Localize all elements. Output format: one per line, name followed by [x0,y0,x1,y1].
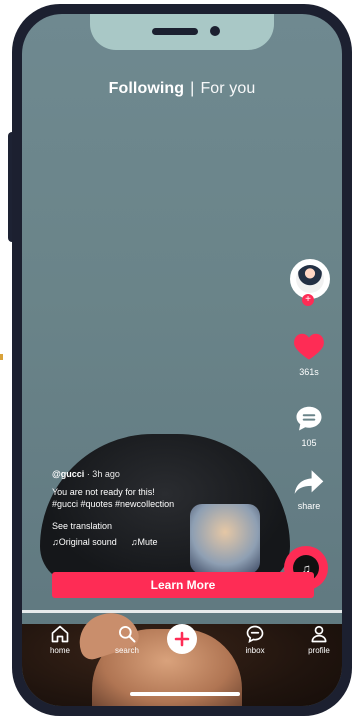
caption-time: · 3h ago [86,469,120,479]
tab-search-label: search [114,646,139,655]
share-button[interactable]: share [284,469,334,511]
like-button[interactable]: 361s [284,331,334,377]
tabbar-divider [22,610,342,613]
see-translation-link[interactable]: See translation [52,520,272,532]
mute-link[interactable]: ♫Mute [131,536,158,548]
plus-icon [174,631,190,647]
app-screen: Following | For you + 361s 105 share ♫ @… [22,14,342,706]
comment-icon [296,406,322,431]
learn-more-button[interactable]: Learn More [52,572,314,598]
home-icon [51,625,69,643]
caption-username[interactable]: @gucci [52,469,84,479]
comment-button[interactable]: 105 [284,404,334,448]
tab-separator: | [190,80,195,97]
device-notch [90,14,274,50]
caption-hashtags[interactable]: #gucci #quotes #newcollection [52,498,272,510]
home-indicator [130,692,240,696]
inbox-icon [246,625,264,644]
profile-icon [311,625,327,643]
search-icon [119,626,136,643]
original-sound-link[interactable]: ♫Original sound [52,536,117,548]
tab-home-label: home [49,646,70,655]
tab-inbox-label: inbox [245,646,265,655]
notch-speaker [152,28,198,35]
tab-for-you[interactable]: For you [200,80,255,97]
feed-top-nav: Following | For you [22,80,342,98]
sound-row: ♫Original sound ♫Mute [52,536,272,548]
creator-avatar[interactable] [290,259,330,299]
avatar-image [296,265,324,293]
share-arrow-icon [294,470,324,494]
likes-count: 361s [299,367,319,377]
follow-plus-icon[interactable]: + [302,294,314,306]
video-caption: @gucci · 3h ago You are not ready for th… [52,468,272,548]
share-label: share [297,501,321,511]
phone-frame: Following | For you + 361s 105 share ♫ @… [12,4,352,716]
tab-profile[interactable]: profile [299,624,339,655]
create-button[interactable] [167,624,197,654]
bottom-tab-bar: home search inbox profile [22,624,342,674]
comments-count: 105 [301,438,317,448]
tab-home[interactable]: home [40,624,80,655]
tab-search[interactable]: search [107,624,147,655]
decorative-mark [0,354,3,360]
tab-following[interactable]: Following [109,80,185,97]
tab-inbox[interactable]: inbox [235,624,275,655]
caption-line-1: You are not ready for this! [52,487,155,497]
notch-camera [210,26,220,36]
tab-profile-label: profile [308,646,330,655]
heart-icon [294,333,324,360]
